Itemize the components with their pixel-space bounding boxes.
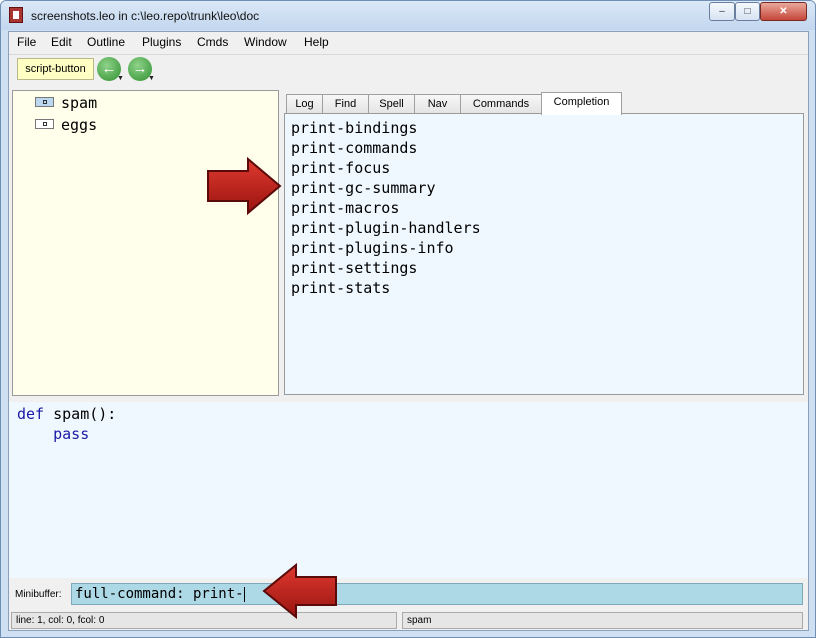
title-bar[interactable]: screenshots.leo in c:\leo.repo\trunk\leo… bbox=[1, 1, 815, 30]
tab-commands[interactable]: Commands bbox=[460, 94, 542, 114]
arrow-right-icon bbox=[207, 157, 282, 215]
minimize-button[interactable]: – bbox=[709, 2, 735, 21]
tab-find[interactable]: Find bbox=[322, 94, 369, 114]
script-button[interactable]: script-button bbox=[17, 58, 94, 80]
back-dropdown-icon[interactable]: ▼ bbox=[117, 75, 124, 82]
minibuffer-input[interactable]: full-command: print- bbox=[71, 583, 803, 605]
leo-app-icon[interactable] bbox=[9, 7, 23, 23]
outline-pane[interactable]: spam eggs bbox=[12, 90, 279, 396]
completion-item[interactable]: print-plugins-info bbox=[291, 239, 454, 257]
node-headline: eggs bbox=[61, 116, 98, 134]
body-editor[interactable]: def spam(): pass bbox=[9, 402, 808, 578]
toolbar: script-button ← ▼ → ▼ bbox=[9, 54, 808, 89]
maximize-button[interactable]: □ bbox=[735, 2, 760, 21]
code-signature: spam(): bbox=[44, 405, 117, 423]
node-icon bbox=[35, 97, 54, 107]
menu-file[interactable]: File bbox=[17, 35, 36, 49]
status-headline: spam bbox=[402, 612, 803, 629]
completion-item[interactable]: print-plugin-handlers bbox=[291, 219, 481, 237]
tab-completion[interactable]: Completion bbox=[541, 92, 622, 115]
tab-log[interactable]: Log bbox=[286, 94, 323, 114]
window-title: screenshots.leo in c:\leo.repo\trunk\leo… bbox=[31, 9, 260, 23]
code-pass: pass bbox=[53, 425, 90, 443]
main-client: File Edit Outline Plugins Cmds Window He… bbox=[8, 31, 809, 631]
completion-item[interactable]: print-stats bbox=[291, 279, 390, 297]
app-window: screenshots.leo in c:\leo.repo\trunk\leo… bbox=[0, 0, 816, 638]
completion-item[interactable]: print-bindings bbox=[291, 119, 417, 137]
minibuffer-text: full-command: print- bbox=[75, 586, 244, 602]
menu-outline[interactable]: Outline bbox=[87, 35, 125, 49]
arrow-left-icon bbox=[262, 563, 337, 619]
completion-item[interactable]: print-macros bbox=[291, 199, 399, 217]
tab-nav[interactable]: Nav bbox=[414, 94, 461, 114]
forward-dropdown-icon[interactable]: ▼ bbox=[148, 75, 155, 82]
menu-window[interactable]: Window bbox=[244, 35, 287, 49]
completion-item[interactable]: print-settings bbox=[291, 259, 417, 277]
minibuffer-label: Minibuffer: bbox=[15, 589, 62, 600]
completion-item[interactable]: print-focus bbox=[291, 159, 390, 177]
log-tab-bar: Log Find Spell Nav Commands Completion bbox=[286, 92, 806, 115]
menu-help[interactable]: Help bbox=[304, 35, 329, 49]
completion-item[interactable]: print-commands bbox=[291, 139, 417, 157]
menu-bar: File Edit Outline Plugins Cmds Window He… bbox=[9, 32, 808, 52]
code-line-1: def spam(): bbox=[17, 405, 116, 423]
completion-pane[interactable]: print-bindings print-commands print-focu… bbox=[284, 113, 804, 395]
close-button[interactable]: ✕ bbox=[760, 2, 807, 21]
node-icon bbox=[35, 119, 54, 129]
code-keyword: def bbox=[17, 405, 45, 423]
code-line-2: pass bbox=[17, 425, 89, 443]
node-headline: spam bbox=[61, 94, 98, 112]
menu-cmds[interactable]: Cmds bbox=[197, 35, 228, 49]
text-caret bbox=[243, 586, 245, 602]
tab-spell[interactable]: Spell bbox=[368, 94, 415, 114]
menu-plugins[interactable]: Plugins bbox=[142, 35, 181, 49]
menu-edit[interactable]: Edit bbox=[51, 35, 72, 49]
completion-item[interactable]: print-gc-summary bbox=[291, 179, 436, 197]
status-position: line: 1, col: 0, fcol: 0 bbox=[11, 612, 397, 629]
